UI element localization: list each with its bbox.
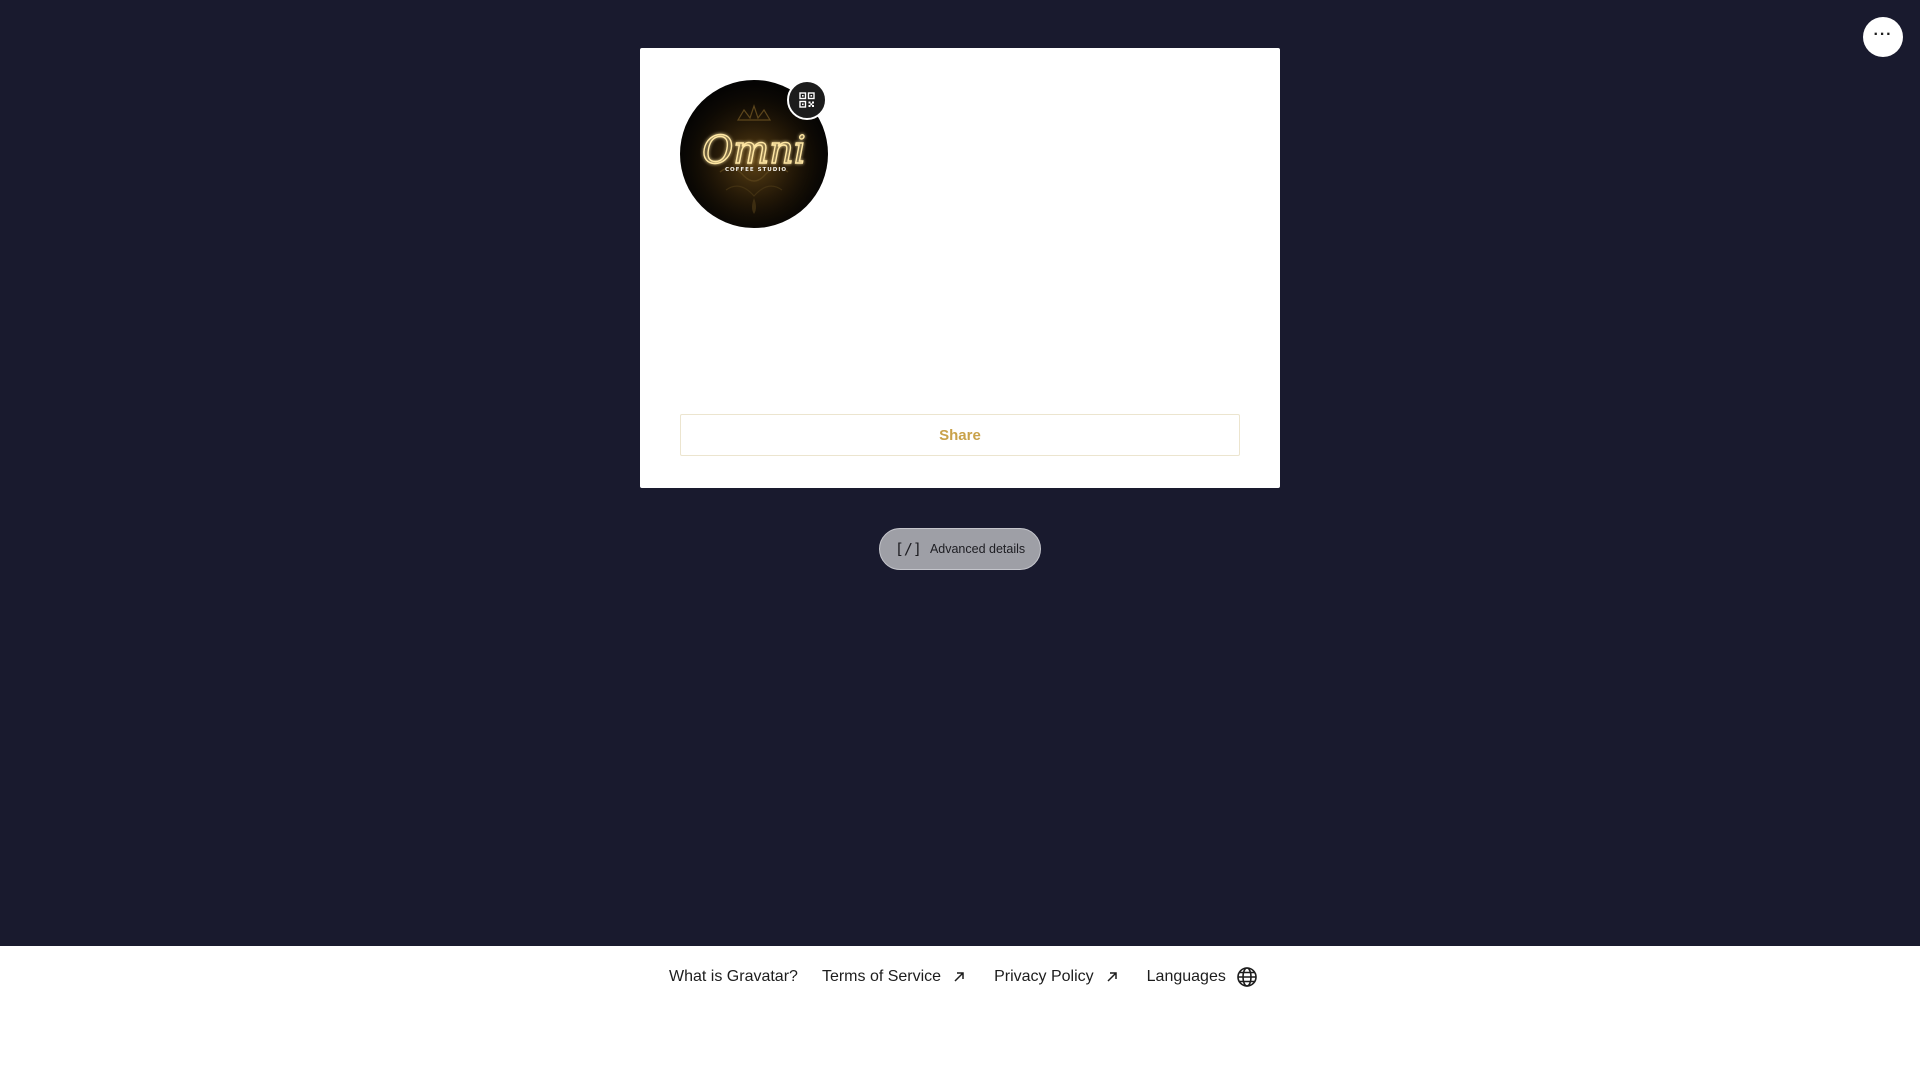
footer: What is Gravatar? Terms of Service Priva… [0, 946, 1920, 1080]
more-options-button[interactable]: ··· [1863, 17, 1903, 57]
globe-icon [1237, 967, 1257, 987]
advanced-details-label: Advanced details [929, 542, 1026, 556]
qr-code-button[interactable] [787, 80, 827, 120]
external-arrow-icon [1107, 972, 1117, 982]
avatar-container: Omni COFFEE STUDIO [680, 80, 828, 228]
avatar-logo-script: Omni [702, 128, 806, 172]
footer-link-label: Privacy Policy [994, 968, 1094, 985]
share-button[interactable]: Share [680, 414, 1240, 456]
profile-card: Omni COFFEE STUDIO Share [640, 48, 1280, 488]
footer-link-label: Languages [1146, 968, 1226, 985]
more-horizontal-icon: ··· [1873, 26, 1893, 43]
footer-link-what-is-gravatar[interactable]: What is Gravatar? [669, 968, 798, 986]
footer-link-label: What is Gravatar? [669, 968, 798, 985]
footer-link-privacy-policy[interactable]: Privacy Policy [994, 968, 1120, 986]
external-arrow-icon [954, 972, 964, 982]
qr-code-icon [799, 92, 815, 108]
avatar-logo-subtext: COFFEE STUDIO [725, 167, 787, 173]
footer-link-label: Terms of Service [821, 968, 942, 985]
advanced-details-button[interactable]: [/] Advanced details [879, 528, 1041, 570]
code-brackets-icon: [/] [894, 540, 922, 558]
footer-link-languages[interactable]: Languages [1147, 966, 1258, 988]
footer-links: What is Gravatar? Terms of Service Priva… [669, 965, 1258, 989]
footer-link-terms-of-service[interactable]: Terms of Service [822, 968, 967, 986]
